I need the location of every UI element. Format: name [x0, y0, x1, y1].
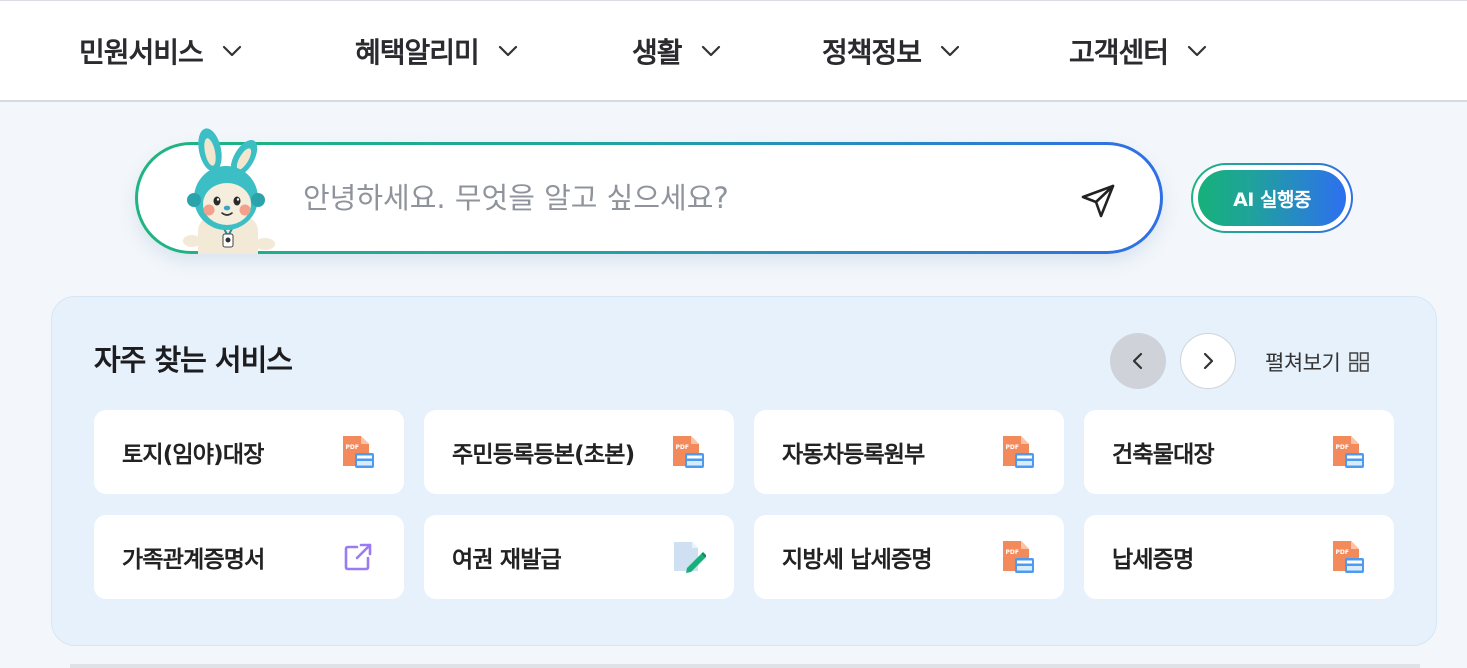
nav-item-label: 혜택알리미: [355, 36, 480, 69]
search-bar-inner: [138, 145, 1160, 251]
carousel-next-button[interactable]: [1180, 333, 1236, 389]
service-card-label: 토지(임야)대장: [122, 442, 264, 468]
service-card-tax-certificate[interactable]: 납세증명 PDF: [1084, 515, 1394, 599]
service-card-building-register[interactable]: 건축물대장 PDF: [1084, 410, 1394, 494]
service-card-label: 여권 재발급: [452, 547, 562, 573]
service-card-family-relation[interactable]: 가족관계증명서: [94, 515, 404, 599]
pdf-document-icon: PDF: [673, 436, 704, 468]
expand-all-button[interactable]: 펼쳐보기: [1265, 347, 1370, 377]
pdf-document-icon: PDF: [343, 436, 374, 468]
nav-item-label: 고객센터: [1069, 36, 1169, 69]
external-link-icon: [344, 543, 372, 571]
send-paper-plane-icon: [1081, 184, 1115, 218]
nav-item-customer-center[interactable]: 고객센터: [1069, 31, 1208, 71]
nav-item-benefits[interactable]: 혜택알리미: [355, 31, 519, 71]
chevron-down-icon: [222, 45, 241, 57]
section-divider: [70, 664, 1420, 668]
rabbit-mascot-icon: [183, 128, 275, 254]
nav-item-label: 정책정보: [822, 36, 922, 69]
service-card-label: 건축물대장: [1112, 442, 1215, 468]
nav-item-label: 생활: [632, 36, 683, 69]
section-title: 자주 찾는 서비스: [94, 343, 293, 377]
ai-status-button-frame: AI 실행중: [1191, 163, 1353, 233]
ai-search-bar: [135, 142, 1163, 254]
search-input[interactable]: [303, 167, 1063, 229]
service-card-label: 납세증명: [1112, 547, 1194, 573]
svg-text:PDF: PDF: [346, 444, 359, 451]
svg-text:PDF: PDF: [1006, 444, 1019, 451]
service-card-label: 자동차등록원부: [782, 442, 925, 468]
svg-text:PDF: PDF: [1006, 549, 1019, 556]
service-card-land-register[interactable]: 토지(임야)대장 PDF: [94, 410, 404, 494]
nav-item-civil-service[interactable]: 민원서비스: [79, 31, 243, 71]
frequent-services-panel: 자주 찾는 서비스 펼쳐보기 토지(임야)대장 PDF 주민등록등본(초본) P…: [51, 296, 1437, 646]
edit-document-icon: [674, 542, 706, 573]
service-card-vehicle-register[interactable]: 자동차등록원부 PDF: [754, 410, 1064, 494]
send-button[interactable]: [1078, 181, 1118, 221]
pdf-document-icon: PDF: [1003, 436, 1034, 468]
grid-icon: [1349, 352, 1370, 372]
service-card-passport-reissue[interactable]: 여권 재발급: [424, 515, 734, 599]
pdf-document-icon: PDF: [1333, 436, 1364, 468]
service-card-local-tax-certificate[interactable]: 지방세 납세증명 PDF: [754, 515, 1064, 599]
chevron-left-icon: [1132, 352, 1143, 370]
svg-text:PDF: PDF: [1336, 549, 1349, 556]
svg-text:PDF: PDF: [1336, 444, 1349, 451]
nav-item-policy[interactable]: 정책정보: [822, 31, 961, 71]
service-card-resident-registration[interactable]: 주민등록등본(초본) PDF: [424, 410, 734, 494]
service-card-label: 가족관계증명서: [122, 547, 265, 573]
chevron-down-icon: [1187, 45, 1207, 57]
svg-text:PDF: PDF: [676, 444, 689, 451]
service-card-label: 지방세 납세증명: [782, 547, 933, 573]
chevron-down-icon: [498, 45, 517, 57]
expand-label: 펼쳐보기: [1265, 351, 1341, 375]
ai-status-button-ring: AI 실행중: [1193, 165, 1351, 231]
top-navigation: 민원서비스 혜택알리미 생활 정책정보 고객센터: [0, 0, 1467, 102]
nav-item-life[interactable]: 생활: [632, 31, 722, 71]
chevron-right-icon: [1203, 352, 1214, 370]
chevron-down-icon: [940, 45, 960, 57]
carousel-prev-button[interactable]: [1110, 333, 1166, 389]
chevron-down-icon: [701, 45, 720, 57]
ai-running-button[interactable]: AI 실행중: [1198, 170, 1346, 226]
pdf-document-icon: PDF: [1333, 541, 1364, 573]
pdf-document-icon: PDF: [1003, 541, 1034, 573]
nav-item-label: 민원서비스: [79, 36, 204, 69]
service-card-label: 주민등록등본(초본): [452, 442, 635, 468]
